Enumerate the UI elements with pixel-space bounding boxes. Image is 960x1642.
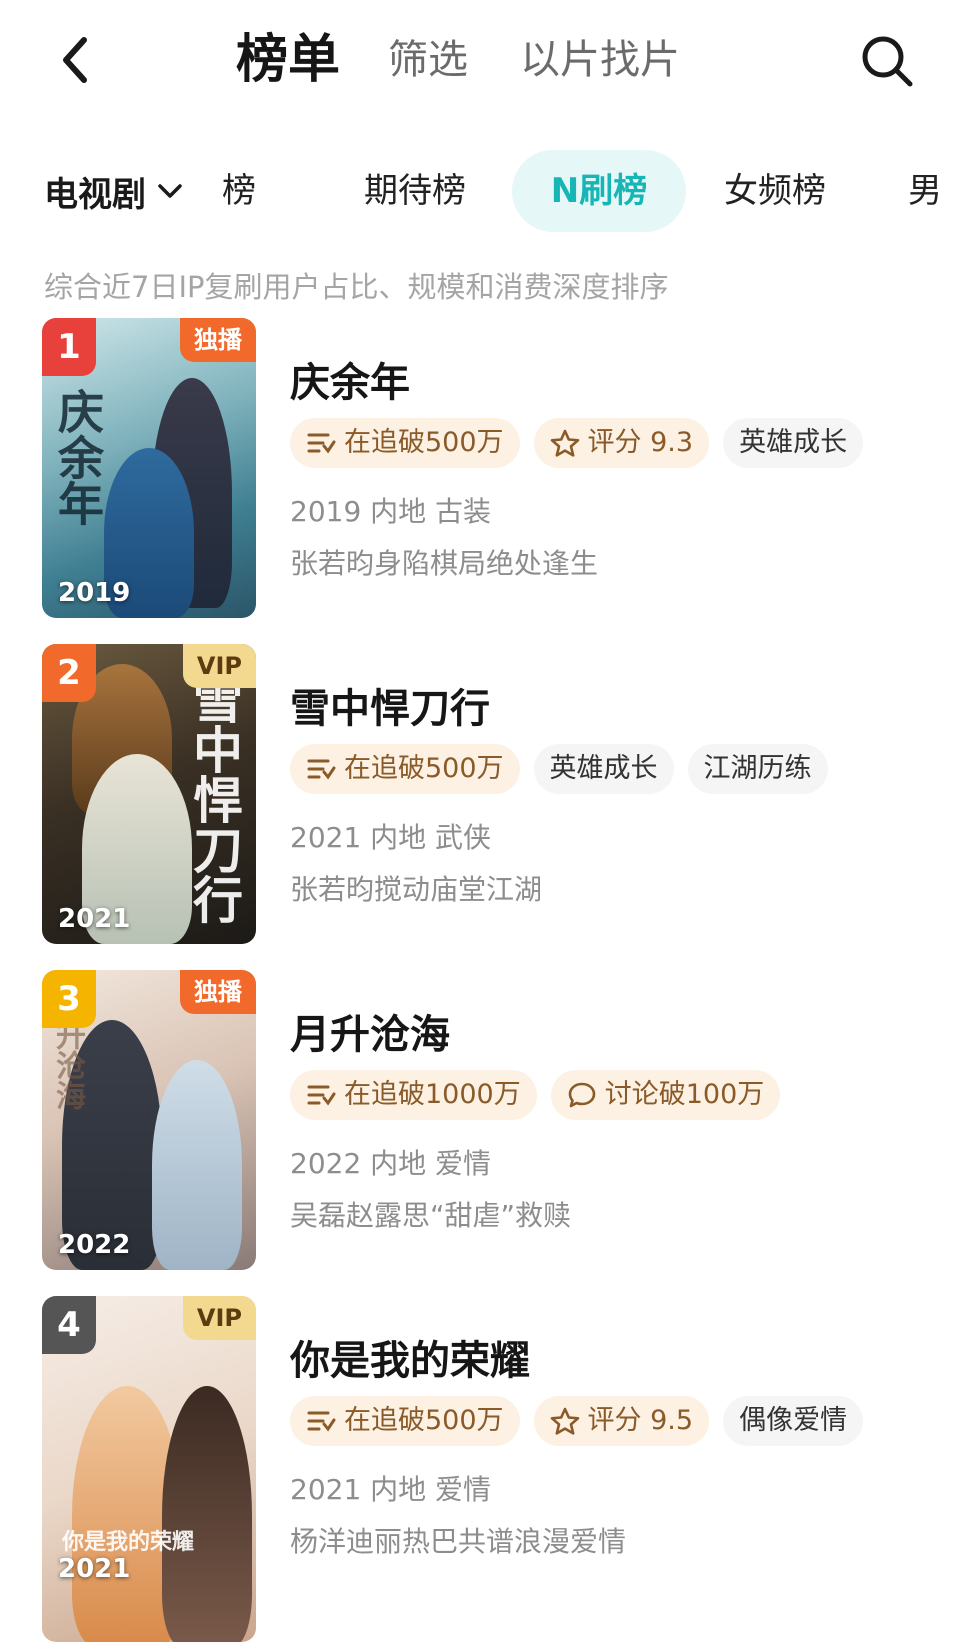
follow-icon: [307, 433, 336, 454]
tab-anticipated[interactable]: 期待榜: [364, 150, 466, 232]
ranking-description: 综合近7日IP复刷用户占比、规模和消费深度排序: [44, 270, 669, 304]
genre-tag: 英雄成长: [533, 744, 674, 794]
rank-badge: 3: [42, 970, 96, 1028]
category-dropdown-label: 电视剧: [44, 174, 146, 215]
show-title[interactable]: 雪中悍刀行: [290, 676, 490, 734]
poster[interactable]: 月升沧海 3 独播 2022: [42, 970, 256, 1270]
exclusive-badge: 独播: [180, 970, 256, 1014]
tag-row: 在追破500万 英雄成长 江湖历练: [290, 744, 828, 794]
list-item[interactable]: 雪中悍刀行 2 VIP 2021 雪中悍刀行 在追破500万 英雄成长 江湖历练…: [0, 644, 960, 944]
star-icon: [550, 1407, 579, 1435]
tab-female[interactable]: 女频榜: [724, 150, 826, 232]
follow-icon: [307, 1085, 336, 1106]
rating-text: 评分 9.5: [587, 1405, 694, 1436]
rank-badge: 2: [42, 644, 96, 702]
tab-find-by-show[interactable]: 以片找片: [520, 32, 680, 88]
poster-year: 2022: [58, 1230, 131, 1260]
show-meta: 2021 内地 武侠: [290, 821, 492, 854]
tab-rewatch[interactable]: N刷榜: [512, 150, 686, 232]
genre-tag: 江湖历练: [687, 744, 828, 794]
show-title[interactable]: 庆余年: [290, 350, 410, 408]
follow-icon: [307, 759, 336, 780]
show-title[interactable]: 月升沧海: [290, 1002, 450, 1060]
comment-icon: [568, 1082, 596, 1108]
discussion-tag: 讨论破100万: [550, 1070, 781, 1120]
show-description: 张若昀搅动庙堂江湖: [290, 873, 543, 906]
star-icon: [550, 429, 579, 457]
category-dropdown[interactable]: 电视剧: [44, 150, 184, 232]
poster-year: 2021: [58, 904, 131, 934]
poster[interactable]: 庆余年 1 独播 2019: [42, 318, 256, 618]
tab-filter[interactable]: 筛选: [388, 32, 468, 88]
back-button[interactable]: [50, 32, 106, 88]
followers-text: 在追破500万: [344, 427, 504, 458]
top-bar: 榜单 筛选 以片找片: [0, 0, 960, 130]
followers-tag: 在追破500万: [290, 418, 520, 468]
list-item[interactable]: 你是我的荣耀 4 VIP 2021 你是我的荣耀 在追破500万 评分 9.5 …: [0, 1296, 960, 1642]
search-button[interactable]: [858, 32, 916, 90]
show-title[interactable]: 你是我的荣耀: [290, 1328, 530, 1386]
poster-year: 2021: [58, 1554, 131, 1584]
tag-row: 在追破500万 评分 9.5 偶像爱情: [290, 1396, 864, 1446]
discussion-text: 讨论破100万: [604, 1079, 765, 1110]
show-meta: 2022 内地 爱情: [290, 1147, 492, 1180]
tab-rankings[interactable]: 榜单: [236, 32, 340, 88]
poster-title-art: 你是我的荣耀: [62, 1529, 195, 1555]
tab-rising[interactable]: 升榜: [222, 150, 256, 232]
category-tabs: 电视剧 升榜 期待榜 N刷榜 女频榜 男: [0, 150, 960, 232]
tab-male[interactable]: 男: [908, 150, 942, 232]
followers-text: 在追破1000万: [344, 1079, 521, 1110]
show-description: 杨洋迪丽热巴共谱浪漫爱情: [290, 1525, 627, 1558]
followers-tag: 在追破500万: [290, 744, 520, 794]
show-meta: 2021 内地 爱情: [290, 1473, 492, 1506]
rating-text: 评分 9.3: [587, 427, 694, 458]
genre-tag: 偶像爱情: [723, 1396, 864, 1446]
rating-tag: 评分 9.5: [533, 1396, 710, 1446]
poster[interactable]: 你是我的荣耀 4 VIP 2021: [42, 1296, 256, 1642]
poster-year: 2019: [58, 578, 131, 608]
show-meta: 2019 内地 古装: [290, 495, 492, 528]
list-item[interactable]: 庆余年 1 独播 2019 庆余年 在追破500万 评分 9.3 英雄成长 20…: [0, 318, 960, 618]
tag-row: 在追破500万 评分 9.3 英雄成长: [290, 418, 864, 468]
follow-icon: [307, 1411, 336, 1432]
show-description: 吴磊赵露思“甜虐”救赎: [290, 1199, 572, 1232]
search-icon: [862, 36, 913, 87]
poster-title-art: 雪中悍刀行: [185, 674, 244, 924]
chevron-down-icon: [158, 184, 182, 198]
poster[interactable]: 雪中悍刀行 2 VIP 2021: [42, 644, 256, 944]
list-item[interactable]: 月升沧海 3 独播 2022 月升沧海 在追破1000万 讨论破100万 202…: [0, 970, 960, 1270]
exclusive-badge: 独播: [180, 318, 256, 362]
followers-text: 在追破500万: [344, 1405, 504, 1436]
rank-badge: 4: [42, 1296, 96, 1354]
followers-tag: 在追破1000万: [290, 1070, 537, 1120]
tag-row: 在追破1000万 讨论破100万: [290, 1070, 781, 1120]
followers-text: 在追破500万: [344, 753, 504, 784]
show-description: 张若昀身陷棋局绝处逢生: [290, 547, 599, 580]
rank-badge: 1: [42, 318, 96, 376]
back-arrow-icon: [63, 37, 87, 83]
followers-tag: 在追破500万: [290, 1396, 520, 1446]
genre-tag: 英雄成长: [723, 418, 864, 468]
rating-tag: 评分 9.3: [533, 418, 710, 468]
tab-rising-clip: 升榜: [222, 150, 302, 232]
vip-badge: VIP: [182, 1296, 256, 1340]
poster-title-art: 庆余年: [51, 388, 105, 526]
vip-badge: VIP: [182, 644, 256, 688]
